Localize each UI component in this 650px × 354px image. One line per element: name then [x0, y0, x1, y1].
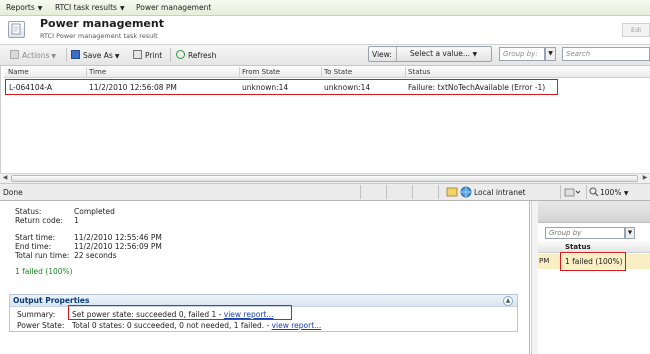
results-side-pane — [538, 201, 650, 354]
status-bar — [0, 183, 650, 201]
start-time-value: 11/2/2010 12:55:46 PM — [74, 233, 162, 242]
column-divider[interactable] — [239, 67, 240, 78]
vertical-scrollbar[interactable] — [531, 201, 538, 354]
status-text: Done — [3, 188, 23, 197]
actions-button[interactable]: Actions ▼ — [10, 50, 56, 60]
globe-icon — [460, 186, 472, 200]
column-divider[interactable] — [405, 67, 406, 78]
chevron-down-icon: ▼ — [472, 51, 478, 58]
status-divider — [586, 185, 587, 199]
power-state-view-report-link[interactable]: view report... — [272, 321, 322, 330]
chevron-down-icon: ▼ — [119, 5, 125, 12]
side-row-time-fragment: PM — [539, 257, 550, 265]
status-label: Status: — [15, 207, 42, 216]
column-header-to-state[interactable]: To State — [324, 68, 352, 76]
output-properties-title: Output Properties — [13, 296, 90, 305]
edit-button[interactable]: Edi — [622, 23, 650, 37]
side-row-highlight-box — [560, 252, 626, 271]
column-divider[interactable] — [321, 67, 322, 78]
status-value: Completed — [74, 207, 115, 216]
return-code-label: Return code: — [15, 216, 63, 225]
group-by-select[interactable]: Group by: — [499, 47, 545, 61]
breadcrumb-reports[interactable]: Reports ▼ — [6, 3, 42, 12]
column-divider[interactable] — [86, 67, 87, 78]
page-subtitle: RTCI Power management task result — [40, 32, 158, 40]
side-pane-toolbar — [538, 201, 650, 223]
row-highlight-box — [5, 79, 558, 95]
zoom-level[interactable]: 100% ▼ — [600, 188, 628, 197]
security-icon — [446, 186, 458, 200]
column-header-name[interactable]: Name — [8, 68, 29, 76]
toolbar-separator — [170, 48, 171, 62]
actions-icon — [10, 50, 19, 59]
scroll-right-icon[interactable]: ▶ — [640, 174, 650, 183]
status-divider — [360, 185, 361, 199]
group-by-dropdown-icon[interactable]: ▼ — [545, 47, 556, 61]
column-header-status[interactable]: Status — [408, 68, 430, 76]
status-divider — [560, 185, 561, 199]
power-state-value: Total 0 states: 0 succeeded, 0 not neede… — [72, 321, 322, 330]
end-time-label: End time: — [15, 242, 52, 251]
status-divider — [412, 185, 413, 199]
breadcrumb-power-management[interactable]: Power management — [136, 3, 211, 12]
page-title: Power management — [40, 17, 164, 30]
floppy-disk-icon — [71, 50, 80, 59]
refresh-icon — [176, 50, 185, 59]
chevron-down-icon: ▼ — [623, 190, 629, 197]
zoom-icon[interactable] — [589, 187, 599, 199]
column-header-from-state[interactable]: From State — [242, 68, 280, 76]
summary-highlight-box — [68, 305, 292, 320]
summary-label: Summary: — [17, 310, 56, 319]
view-select[interactable]: Select a value... ▼ — [396, 47, 490, 61]
security-zone-text: Local intranet — [474, 188, 526, 197]
search-input[interactable]: Search — [562, 47, 650, 61]
status-divider — [386, 185, 387, 199]
print-button[interactable]: Print — [133, 50, 162, 60]
scroll-left-icon[interactable]: ◀ — [0, 174, 10, 183]
side-group-by-select[interactable]: Group by — [545, 227, 625, 239]
protected-mode-icon[interactable] — [564, 186, 582, 200]
collapse-icon[interactable]: ▲ — [503, 296, 513, 306]
chevron-down-icon: ▼ — [114, 53, 120, 60]
refresh-button[interactable]: Refresh — [176, 50, 216, 60]
start-time-label: Start time: — [15, 233, 56, 242]
view-label: View: — [372, 50, 392, 59]
end-time-value: 11/2/2010 12:56:09 PM — [74, 242, 162, 251]
column-header-time[interactable]: Time — [89, 68, 106, 76]
total-run-time-label: Total run time: — [15, 251, 70, 260]
save-as-button[interactable]: Save As ▼ — [71, 50, 119, 60]
failed-summary: 1 failed (100%) — [15, 267, 73, 276]
chevron-down-icon: ▼ — [37, 5, 43, 12]
side-column-header-status[interactable]: Status — [565, 243, 591, 251]
return-code-value: 1 — [74, 216, 79, 225]
toolbar-separator — [66, 48, 67, 62]
report-page-icon — [8, 21, 25, 38]
chevron-down-icon: ▼ — [51, 53, 57, 60]
side-group-by-dropdown-icon[interactable]: ▼ — [625, 227, 635, 239]
scrollbar-thumb[interactable] — [11, 175, 638, 182]
status-divider — [438, 185, 439, 199]
total-run-time-value: 22 seconds — [74, 251, 117, 260]
printer-icon — [133, 50, 142, 59]
breadcrumb-rtci-task-results[interactable]: RTCI task results ▼ — [55, 3, 125, 12]
power-state-label: Power State: — [17, 321, 65, 330]
